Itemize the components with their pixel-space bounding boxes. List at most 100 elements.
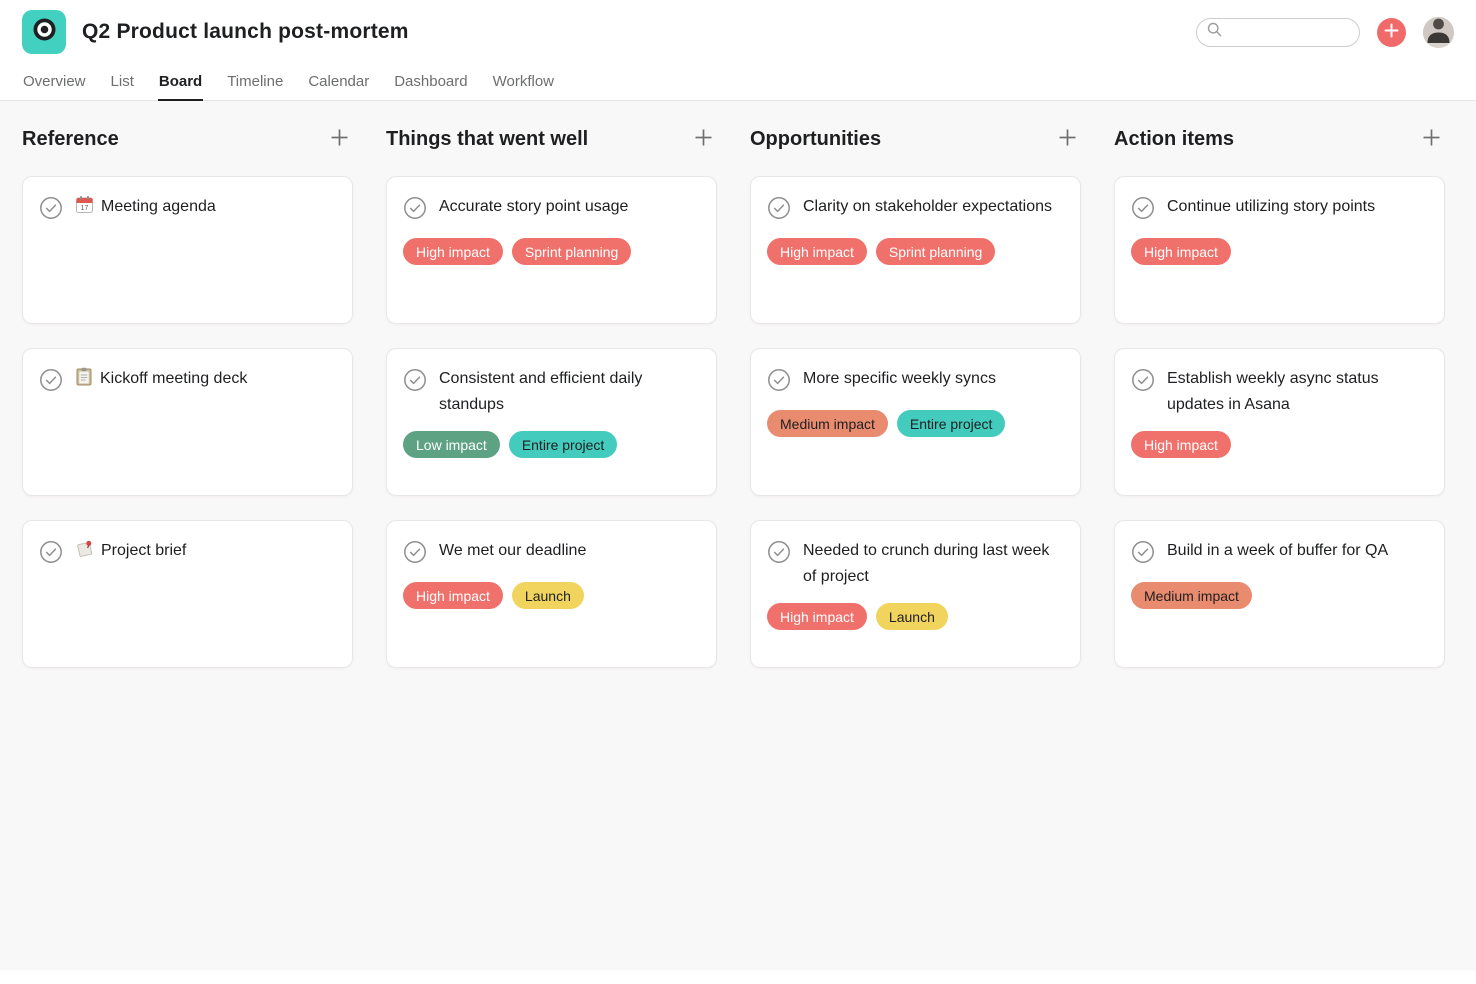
column-title: Reference [22, 128, 119, 151]
check-circle-icon [1131, 196, 1155, 225]
task-title: Build in a week of buffer for QA [1167, 538, 1388, 564]
tab-label: Board [159, 73, 202, 90]
tag-pill: Sprint planning [876, 238, 995, 265]
tag-pill: High impact [1131, 238, 1231, 265]
task-card[interactable]: Clarity on stakeholder expectations High… [750, 176, 1081, 324]
task-card[interactable]: 17Meeting agenda [22, 176, 353, 324]
user-avatar [1423, 17, 1454, 48]
tag-row: High impact Sprint planning [767, 238, 1064, 265]
header-top: Q2 Product launch post-mortem [22, 0, 1454, 64]
task-title: Consistent and efficient daily standups [439, 366, 700, 418]
task-card[interactable]: Establish weekly async status updates in… [1114, 348, 1445, 496]
check-circle-icon [39, 368, 63, 397]
check-circle-icon[interactable] [403, 196, 427, 225]
create-button[interactable] [1377, 18, 1406, 47]
task-title: More specific weekly syncs [803, 366, 996, 392]
tab-label: List [111, 73, 134, 90]
check-circle-icon[interactable] [767, 540, 791, 569]
tab-calendar[interactable]: Calendar [307, 64, 370, 101]
tab-label: Timeline [227, 73, 283, 90]
check-circle-icon [403, 540, 427, 569]
check-circle-icon[interactable] [39, 368, 63, 397]
check-circle-icon[interactable] [39, 540, 63, 569]
check-circle-icon[interactable] [767, 368, 791, 397]
tag-pill: Medium impact [1131, 582, 1252, 609]
tag-pill: Low impact [403, 431, 500, 458]
check-circle-icon[interactable] [1131, 368, 1155, 397]
check-circle-icon [1131, 368, 1155, 397]
task-title: Clarity on stakeholder expectations [803, 194, 1052, 220]
task-card[interactable]: Accurate story point usage High impact S… [386, 176, 717, 324]
tab-label: Overview [23, 73, 86, 90]
page-title: Q2 Product launch post-mortem [82, 20, 409, 44]
tag-pill: Medium impact [767, 410, 888, 437]
tag-pill: High impact [1131, 431, 1231, 458]
task-card[interactable]: Build in a week of buffer for QA Medium … [1114, 520, 1445, 668]
search-box[interactable] [1196, 18, 1360, 47]
add-task-button[interactable] [1053, 125, 1081, 153]
search-input[interactable] [1228, 25, 1349, 40]
check-circle-icon[interactable] [403, 540, 427, 569]
pushpin-icon [75, 539, 94, 558]
task-title: 17Meeting agenda [75, 194, 216, 220]
board-column-action-items: Action items Continue utilizing story po… [1114, 122, 1445, 692]
task-card[interactable]: Project brief [22, 520, 353, 668]
task-card[interactable]: We met our deadline High impact Launch [386, 520, 717, 668]
check-circle-icon[interactable] [1131, 196, 1155, 225]
task-card[interactable]: Needed to crunch during last week of pro… [750, 520, 1081, 668]
check-circle-icon[interactable] [39, 196, 63, 225]
check-circle-icon[interactable] [403, 368, 427, 397]
tab-workflow[interactable]: Workflow [492, 64, 555, 101]
clipboard-icon [75, 367, 93, 386]
target-icon [32, 17, 57, 47]
task-card[interactable]: Consistent and efficient daily standups … [386, 348, 717, 496]
tab-overview[interactable]: Overview [22, 64, 87, 101]
task-card[interactable]: Continue utilizing story points High imp… [1114, 176, 1445, 324]
tag-pill: Entire project [897, 410, 1005, 437]
task-title: Continue utilizing story points [1167, 194, 1375, 220]
tag-pill: High impact [403, 582, 503, 609]
horizontal-scrollbar[interactable] [0, 970, 1476, 984]
check-circle-icon [403, 368, 427, 397]
tab-label: Workflow [493, 73, 554, 90]
tag-row: High impact Launch [403, 582, 700, 609]
card-list: 17Meeting agenda Kickoff meeting deck Pr… [22, 176, 353, 668]
task-title: Accurate story point usage [439, 194, 628, 220]
tab-list[interactable]: List [110, 64, 135, 101]
check-circle-icon[interactable] [767, 196, 791, 225]
card-list: Accurate story point usage High impact S… [386, 176, 717, 668]
board-column-reference: Reference 17Meeting agenda Kickoff meeti… [22, 122, 353, 692]
task-card[interactable]: More specific weekly syncs Medium impact… [750, 348, 1081, 496]
card-list: Clarity on stakeholder expectations High… [750, 176, 1081, 668]
tag-row: High impact [1131, 238, 1428, 265]
add-task-button[interactable] [689, 125, 717, 153]
tag-pill: Sprint planning [512, 238, 631, 265]
header-right [1196, 17, 1454, 48]
tag-row: High impact [1131, 431, 1428, 458]
svg-text:17: 17 [81, 205, 89, 212]
tab-timeline[interactable]: Timeline [226, 64, 284, 101]
view-tabs: Overview List Board Timeline Calendar Da… [22, 64, 1454, 100]
check-circle-icon[interactable] [1131, 540, 1155, 569]
tag-pill: Launch [512, 582, 584, 609]
tag-row: High impact Sprint planning [403, 238, 700, 265]
avatar[interactable] [1423, 17, 1454, 48]
tag-pill: Entire project [509, 431, 617, 458]
task-title: Kickoff meeting deck [75, 366, 247, 392]
board-column-things-that-went-well: Things that went well Accurate story poi… [386, 122, 717, 692]
task-card[interactable]: Kickoff meeting deck [22, 348, 353, 496]
add-task-button[interactable] [325, 125, 353, 153]
calendar-icon: 17 [75, 195, 94, 214]
add-task-button[interactable] [1417, 125, 1445, 153]
tab-label: Dashboard [394, 73, 467, 90]
tag-pill: High impact [767, 603, 867, 630]
tag-row: Medium impact Entire project [767, 410, 1064, 437]
plus-thin-icon [1057, 127, 1078, 151]
tag-row: Low impact Entire project [403, 431, 700, 458]
tab-board[interactable]: Board [158, 64, 203, 101]
check-circle-icon [1131, 540, 1155, 569]
plus-thin-icon [693, 127, 714, 151]
tag-pill: High impact [767, 238, 867, 265]
task-title: We met our deadline [439, 538, 586, 564]
tab-dashboard[interactable]: Dashboard [393, 64, 468, 101]
